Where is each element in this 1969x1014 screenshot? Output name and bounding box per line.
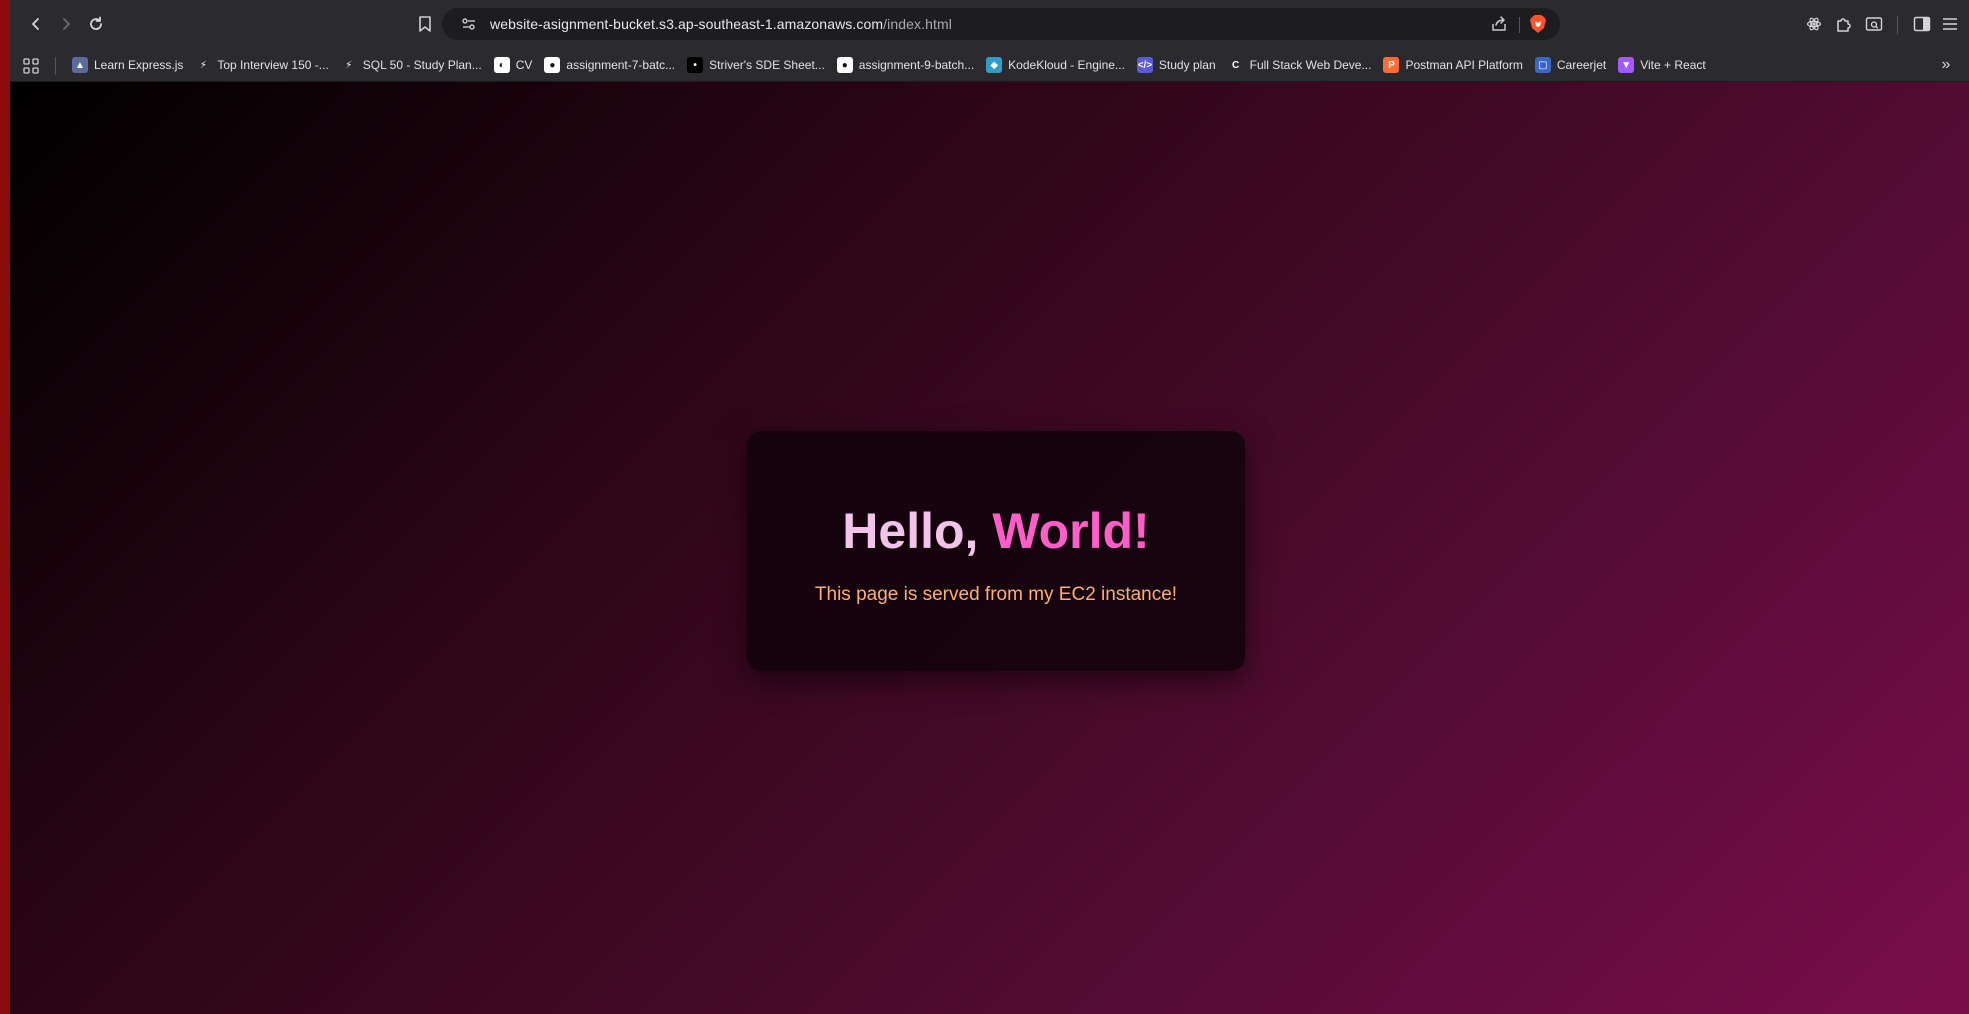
site-info-button[interactable]: [460, 15, 478, 33]
bookmark-page-button[interactable]: [412, 11, 438, 37]
bookmark-label: Full Stack Web Deve...: [1249, 58, 1372, 72]
bookmark-item[interactable]: ● assignment-9-batch...: [833, 52, 982, 78]
chevron-double-right-icon: »: [1941, 56, 1951, 73]
page-subtitle: This page is served from my EC2 instance…: [814, 584, 1178, 605]
reload-button[interactable]: [82, 10, 110, 38]
bookmark-label: Postman API Platform: [1405, 58, 1523, 72]
headline-hello: Hello,: [842, 503, 993, 559]
bookmark-label: assignment-9-batch...: [858, 58, 975, 72]
main-menu-button[interactable]: [1939, 13, 1961, 35]
bookmark-item[interactable]: ◆ KodeKloud - Engine...: [982, 52, 1133, 78]
bookmark-label: SQL 50 - Study Plan...: [362, 58, 482, 72]
atom-icon: [1806, 17, 1822, 31]
bookmark-favicon-icon: ⚡: [195, 57, 212, 73]
arrow-left-icon: [32, 18, 39, 30]
bookmark-item[interactable]: P Postman API Platform: [1379, 52, 1530, 78]
hello-card: Hello, World! This page is served from m…: [747, 431, 1245, 671]
bookmark-favicon-icon: P: [1383, 57, 1400, 73]
bookmark-favicon-icon: ⚡: [340, 57, 357, 73]
bookmark-label: CV: [515, 58, 533, 72]
arrow-right-icon: [63, 18, 70, 30]
bookmark-favicon-icon: ◆: [986, 57, 1003, 73]
share-button[interactable]: [1488, 13, 1510, 35]
brave-lion-icon: [1530, 15, 1546, 33]
bookmark-label: Learn Express.js: [94, 58, 184, 72]
url-text[interactable]: website-asignment-bucket.s3.ap-southeast…: [490, 16, 952, 32]
bookmark-favicon-icon: •: [687, 57, 704, 73]
address-bar-divider: [1519, 17, 1520, 33]
apps-grid-icon: [23, 58, 39, 74]
headline-world: World!: [992, 503, 1150, 559]
bookmark-label: Careerjet: [1556, 58, 1607, 72]
bookmark-item[interactable]: </> Study plan: [1133, 52, 1224, 78]
site-settings-icon: [462, 18, 475, 30]
browser-window: website-asignment-bucket.s3.ap-southeast…: [10, 0, 1969, 1014]
page-viewport: Hello, World! This page is served from m…: [10, 82, 1969, 1014]
bookmark-favicon-icon: </>: [1136, 57, 1153, 73]
hamburger-menu-icon: [1943, 18, 1957, 30]
extensions-button[interactable]: [1833, 13, 1855, 35]
bookmark-favicon-icon: ◐: [493, 57, 510, 73]
bookmarks-overflow-button[interactable]: »: [1937, 56, 1955, 74]
back-button[interactable]: [22, 10, 50, 38]
bookmark-item[interactable]: ⚡ SQL 50 - Study Plan...: [337, 52, 490, 78]
address-bar[interactable]: website-asignment-bucket.s3.ap-southeast…: [442, 8, 1560, 40]
sidebar-icon: [1913, 16, 1931, 32]
brave-shields-button[interactable]: [1528, 14, 1548, 34]
toolbar-right-actions: [1789, 0, 1969, 48]
bookmark-list: ▲ Learn Express.js ⚡ Top Interview 150 -...…: [68, 48, 1714, 82]
bookmark-label: KodeKloud - Engine...: [1008, 58, 1125, 72]
bookmark-item[interactable]: • Striver's SDE Sheet...: [683, 52, 833, 78]
bookmark-favicon-icon: C: [1227, 57, 1244, 73]
browser-toolbar: website-asignment-bucket.s3.ap-southeast…: [10, 0, 1969, 48]
page-title: Hello, World!: [747, 503, 1245, 559]
bookmarks-divider: [55, 57, 56, 75]
bookmark-favicon-icon: ●: [544, 57, 561, 73]
tab-search-button[interactable]: [1863, 13, 1885, 35]
bookmark-favicon-icon: ▼: [1618, 57, 1635, 73]
bookmark-item[interactable]: ◐ CV: [490, 52, 541, 78]
bookmark-item[interactable]: ● assignment-7-batc...: [540, 52, 683, 78]
tab-search-icon: [1865, 17, 1883, 31]
bookmark-label: Striver's SDE Sheet...: [709, 58, 825, 72]
url-path: /index.html: [883, 16, 952, 32]
bookmark-label: Top Interview 150 -...: [217, 58, 329, 72]
forward-button[interactable]: [52, 10, 80, 38]
bookmark-favicon-icon: ▢: [1534, 57, 1551, 73]
bookmark-favicon-icon: ●: [836, 57, 853, 73]
sidebar-button[interactable]: [1911, 13, 1933, 35]
apps-button[interactable]: [22, 57, 40, 75]
bookmark-label: Study plan: [1158, 58, 1216, 72]
bookmark-item[interactable]: ▢ Careerjet: [1531, 52, 1614, 78]
bookmark-label: Vite + React: [1640, 58, 1706, 72]
bookmark-favicon-icon: ▲: [72, 57, 88, 73]
bookmark-item[interactable]: ⚡ Top Interview 150 -...: [191, 52, 336, 78]
bookmark-label: assignment-7-batc...: [566, 58, 676, 72]
url-host: website-asignment-bucket.s3.ap-southeast…: [490, 16, 884, 32]
puzzle-icon: [1837, 18, 1851, 32]
bookmark-item[interactable]: C Full Stack Web Deve...: [1224, 52, 1380, 78]
bookmark-item[interactable]: ▲ Learn Express.js: [68, 52, 191, 78]
extension-atom-button[interactable]: [1803, 13, 1825, 35]
share-icon: [1492, 16, 1506, 31]
bookmark-item[interactable]: ▼ Vite + React: [1614, 52, 1713, 78]
reload-icon: [90, 16, 102, 30]
bookmark-icon: [419, 16, 431, 32]
bookmarks-bar: ▲ Learn Express.js ⚡ Top Interview 150 -...…: [10, 48, 1969, 82]
toolbar-divider: [1897, 16, 1898, 34]
